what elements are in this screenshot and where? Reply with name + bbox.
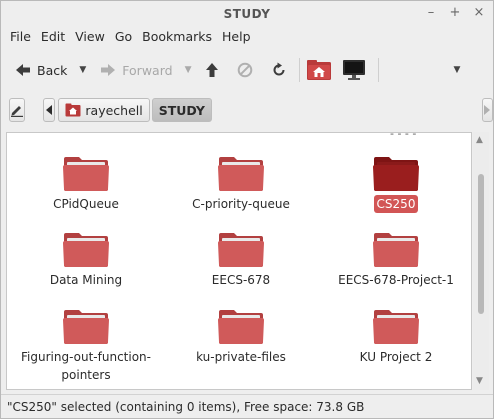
back-button[interactable]: Back: [15, 56, 67, 84]
forward-history-dropdown[interactable]: ▼: [185, 65, 192, 75]
folder-name: CPidQueue: [53, 197, 119, 211]
toolbar-separator: [299, 58, 301, 82]
back-label: Back: [37, 62, 68, 78]
close-button[interactable]: ×: [473, 6, 485, 20]
folder-name: Data Mining: [49, 273, 123, 287]
reload-button[interactable]: [271, 56, 287, 84]
breadcrumb-current-label: STUDY: [158, 102, 205, 118]
menu-bookmarks[interactable]: Bookmarks: [137, 27, 217, 49]
folder-item[interactable]: Data Mining: [11, 231, 161, 289]
menu-edit[interactable]: Edit: [36, 27, 70, 49]
folder-name: CS250: [373, 195, 419, 213]
home-folder-icon: [307, 60, 332, 80]
folder-name: ku-private-files: [196, 350, 286, 364]
toolbar-overflow-dropdown[interactable]: ▼: [453, 65, 460, 75]
reload-icon: [274, 62, 285, 76]
caret-right-icon: [484, 105, 491, 115]
folder-item[interactable]: EECS-678: [166, 231, 316, 289]
breadcrumb-scroll-left[interactable]: [43, 98, 56, 122]
scroll-down-arrow[interactable]: ▼: [476, 376, 483, 386]
icon-view[interactable]: - - - - CPidQueue C-priority-queue CS250 Da…: [6, 132, 472, 390]
partially-visible-item-label: - - - -: [390, 132, 417, 140]
folder-icon: [63, 310, 109, 344]
folder-icon: [218, 233, 264, 267]
computer-button[interactable]: [342, 56, 366, 84]
breadcrumb-scroll-right[interactable]: [481, 98, 493, 122]
menu-file[interactable]: File: [5, 27, 36, 49]
menu-help[interactable]: Help: [217, 27, 256, 49]
folder-item[interactable]: C-priority-queue: [166, 155, 316, 213]
folder-item[interactable]: CPidQueue: [11, 155, 161, 213]
breadcrumb-home[interactable]: rayechell: [58, 98, 150, 122]
back-history-dropdown[interactable]: ▼: [79, 65, 86, 75]
folder-icon: [63, 233, 109, 267]
folder-icon: [218, 157, 264, 191]
arrow-up-icon: [206, 63, 219, 77]
folder-item[interactable]: KU Project 2: [321, 308, 471, 366]
folder-item[interactable]: EECS-678-Project-1: [321, 231, 471, 289]
breadcrumb-current[interactable]: STUDY: [151, 98, 212, 122]
home-button[interactable]: [306, 56, 332, 84]
stop-icon: [238, 62, 253, 78]
minimize-button[interactable]: –: [425, 6, 437, 20]
toolbar-separator-2: [378, 58, 380, 82]
computer-icon: [343, 60, 366, 80]
stop-button[interactable]: [237, 56, 253, 84]
file-manager-window: STUDY – + × File Edit View Go Bookmarks …: [0, 0, 494, 419]
folder-icon: [218, 310, 264, 344]
folder-icon: [63, 157, 109, 191]
home-folder-icon: [65, 103, 81, 117]
menu-view[interactable]: View: [70, 27, 110, 49]
menu-bar: File Edit View Go Bookmarks Help: [1, 27, 256, 49]
forward-label: Forward: [122, 62, 173, 78]
up-button[interactable]: [205, 56, 219, 84]
vertical-scrollbar[interactable]: ▲ ▼: [473, 132, 489, 390]
folder-icon: [373, 157, 419, 191]
arrow-right-icon: [101, 64, 116, 76]
menu-go[interactable]: Go: [110, 27, 137, 49]
scroll-up-arrow[interactable]: ▲: [476, 135, 483, 145]
window-title: STUDY: [223, 7, 271, 21]
maximize-button[interactable]: +: [449, 6, 461, 20]
folder-item[interactable]: CS250: [321, 155, 471, 213]
toggle-location-entry-button[interactable]: [9, 98, 25, 122]
status-bar: "CS250" selected (containing 0 items), F…: [1, 394, 493, 418]
folder-item[interactable]: ku-private-files: [166, 308, 316, 366]
folder-item[interactable]: Figuring-out-function- pointers: [11, 308, 161, 384]
arrow-left-icon: [16, 64, 30, 76]
window-controls: – + ×: [425, 6, 485, 20]
scrollbar-thumb[interactable]: [478, 174, 484, 314]
folder-name: Figuring-out-function- pointers: [21, 350, 151, 382]
status-text: "CS250" selected (containing 0 items), F…: [7, 399, 365, 414]
toolbar: Back ▼ Forward ▼ ▼: [1, 51, 493, 89]
folder-icon: [373, 233, 419, 267]
breadcrumb-home-label: rayechell: [85, 102, 143, 118]
folder-name: KU Project 2: [359, 350, 433, 364]
folder-name: EECS-678: [211, 273, 271, 287]
folder-name: C-priority-queue: [192, 197, 290, 211]
folder-name: EECS-678-Project-1: [338, 273, 454, 287]
folder-icon: [373, 310, 419, 344]
title-bar[interactable]: STUDY – + ×: [1, 1, 493, 27]
pencil-icon: [11, 106, 23, 117]
caret-left-icon: [46, 105, 53, 115]
location-bar: rayechell STUDY: [1, 95, 493, 125]
forward-button[interactable]: Forward: [100, 56, 173, 84]
